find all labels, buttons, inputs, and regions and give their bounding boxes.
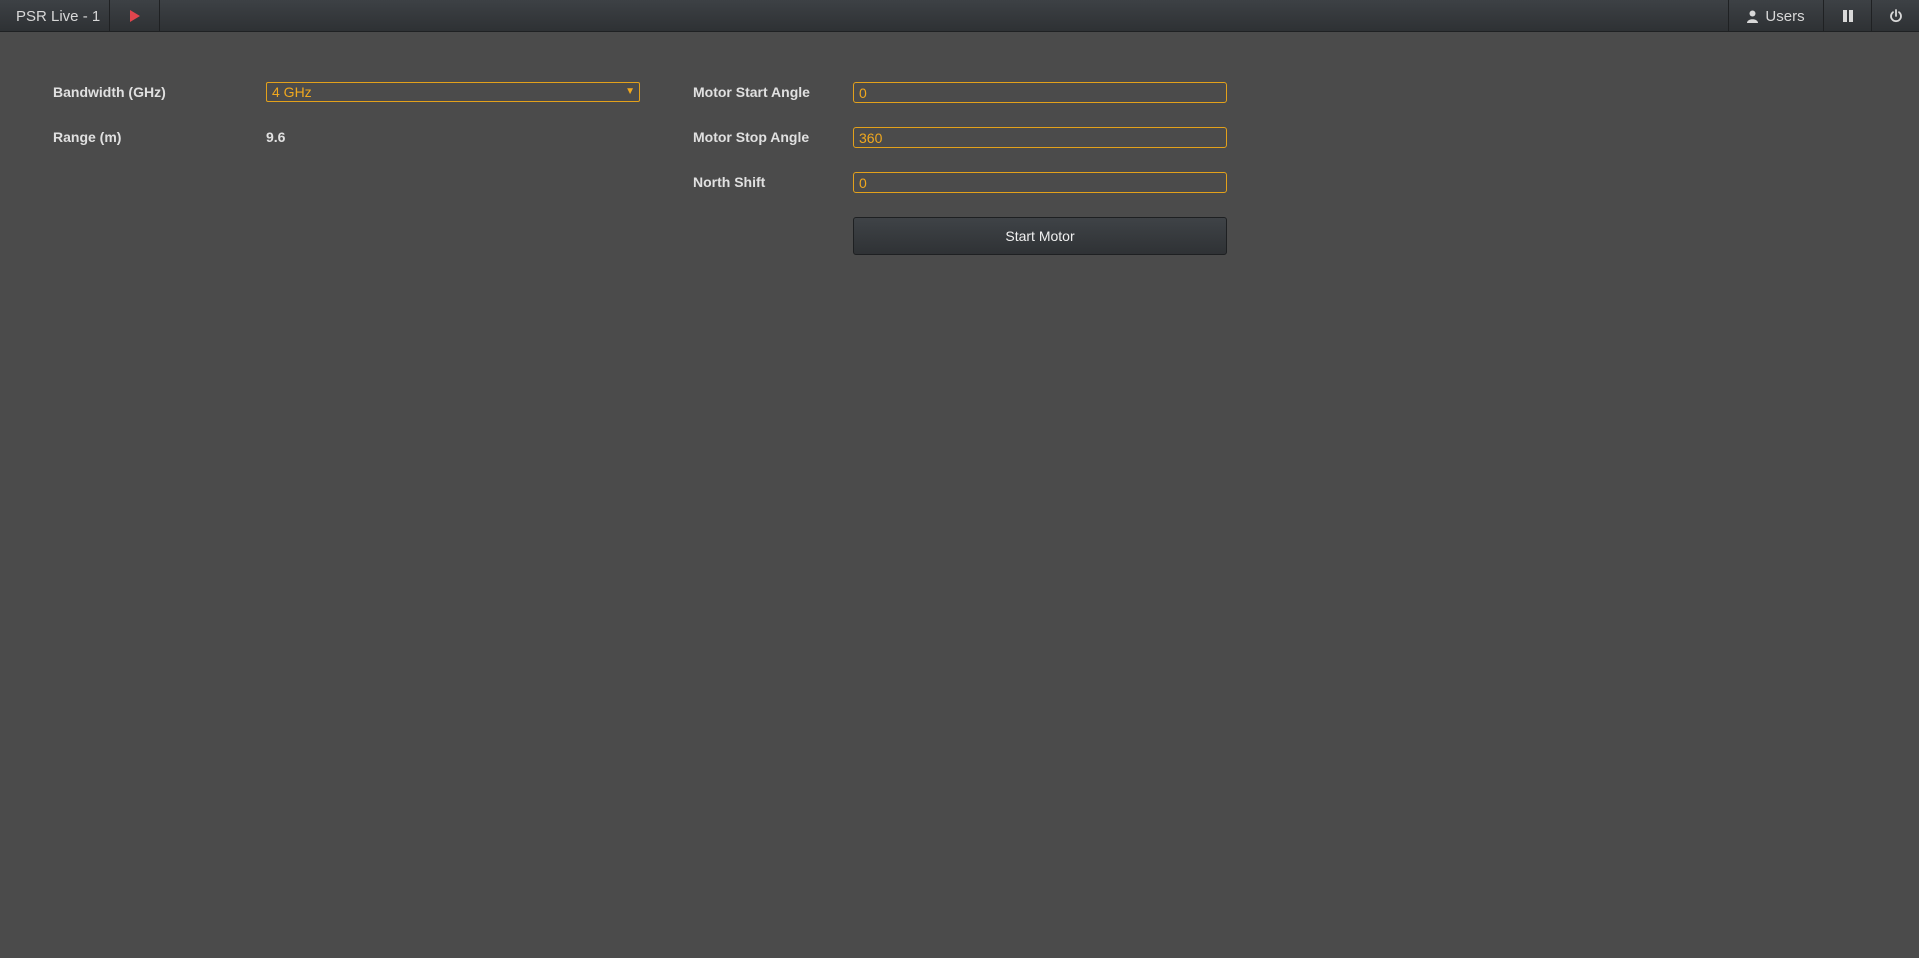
play-button[interactable] bbox=[110, 0, 160, 32]
pause-button[interactable] bbox=[1823, 0, 1871, 32]
start-motor-button[interactable]: Start Motor bbox=[853, 217, 1227, 255]
range-label: Range (m) bbox=[53, 129, 122, 145]
user-icon bbox=[1747, 10, 1759, 23]
top-bar-left: PSR Live - 1 bbox=[0, 0, 160, 32]
users-label: Users bbox=[1765, 7, 1805, 25]
app-title: PSR Live - 1 bbox=[0, 0, 110, 32]
bandwidth-selected-value: 4 GHz bbox=[272, 84, 312, 100]
top-bar: PSR Live - 1 Users bbox=[0, 0, 1919, 32]
range-value: 9.6 bbox=[266, 129, 286, 145]
motor-start-angle-input[interactable] bbox=[853, 82, 1227, 103]
north-shift-label: North Shift bbox=[693, 174, 766, 190]
north-shift-input[interactable] bbox=[853, 172, 1227, 193]
power-icon bbox=[1889, 9, 1902, 23]
users-button[interactable]: Users bbox=[1728, 0, 1823, 32]
motor-stop-angle-input[interactable] bbox=[853, 127, 1227, 148]
top-bar-right: Users bbox=[1728, 0, 1919, 32]
motor-stop-angle-label: Motor Stop Angle bbox=[693, 129, 810, 145]
pause-icon bbox=[1842, 10, 1853, 22]
power-button[interactable] bbox=[1871, 0, 1919, 32]
chevron-down-icon: ▼ bbox=[625, 86, 635, 97]
motor-start-angle-label: Motor Start Angle bbox=[693, 84, 810, 100]
bandwidth-select[interactable]: 4 GHz ▼ bbox=[266, 82, 640, 102]
bandwidth-label: Bandwidth (GHz) bbox=[53, 84, 166, 100]
play-icon bbox=[129, 10, 140, 22]
